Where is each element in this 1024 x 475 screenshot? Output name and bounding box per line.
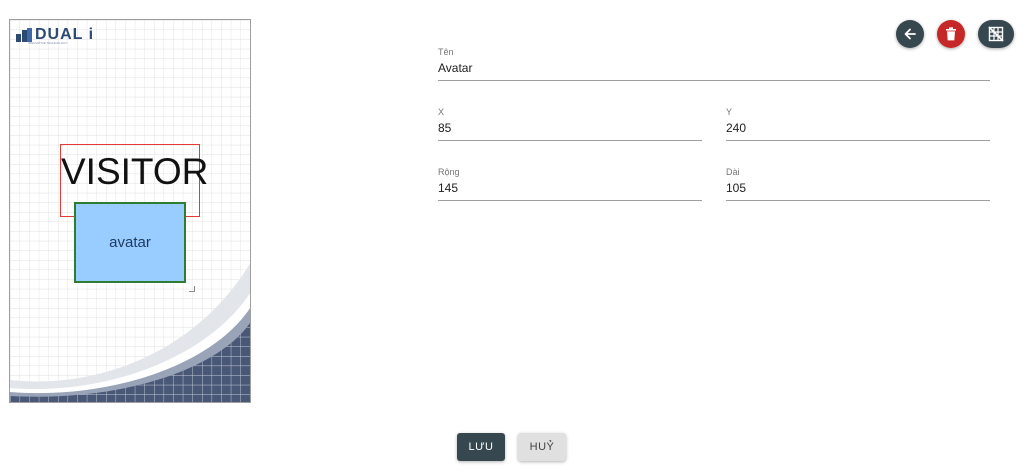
ten-label: Tên	[438, 47, 454, 57]
dai-field[interactable]: Dài 105	[726, 166, 990, 201]
x-field[interactable]: X 85	[438, 106, 702, 141]
logo-mark-icon	[16, 28, 32, 42]
resize-handle[interactable]	[189, 286, 195, 292]
rong-label: Rộng	[438, 167, 460, 177]
delete-button[interactable]	[937, 20, 965, 48]
x-label: X	[438, 107, 445, 117]
x-input[interactable]: 85	[438, 118, 702, 141]
dai-input[interactable]: 105	[726, 178, 990, 201]
logo-tagline: INNOVATIVE TECHNOLOGY	[28, 41, 68, 45]
y-label: Y	[726, 107, 733, 117]
back-button[interactable]	[896, 20, 924, 48]
rong-field[interactable]: Rộng 145	[438, 166, 702, 201]
dai-label: Dài	[726, 167, 740, 177]
arrow-left-icon	[904, 28, 916, 40]
save-button[interactable]: LƯU	[457, 433, 505, 461]
toggle-grid-button[interactable]	[978, 20, 1014, 48]
grid-off-icon	[988, 26, 1004, 42]
y-field[interactable]: Y 240	[726, 106, 990, 141]
rong-input[interactable]: 145	[438, 178, 702, 201]
cancel-button[interactable]: HUỶ	[518, 433, 566, 461]
ten-input[interactable]: Avatar	[438, 58, 990, 81]
badge-preview: DUAL i INNOVATIVE TECHNOLOGY VISITOR ava…	[9, 19, 251, 403]
avatar-label: avatar	[109, 234, 151, 251]
ten-field[interactable]: Tên Avatar	[438, 46, 990, 81]
y-input[interactable]: 240	[726, 118, 990, 141]
badge-name-text: VISITOR	[61, 151, 209, 192]
avatar-field-box[interactable]: avatar	[74, 202, 186, 283]
trash-icon	[946, 27, 956, 41]
